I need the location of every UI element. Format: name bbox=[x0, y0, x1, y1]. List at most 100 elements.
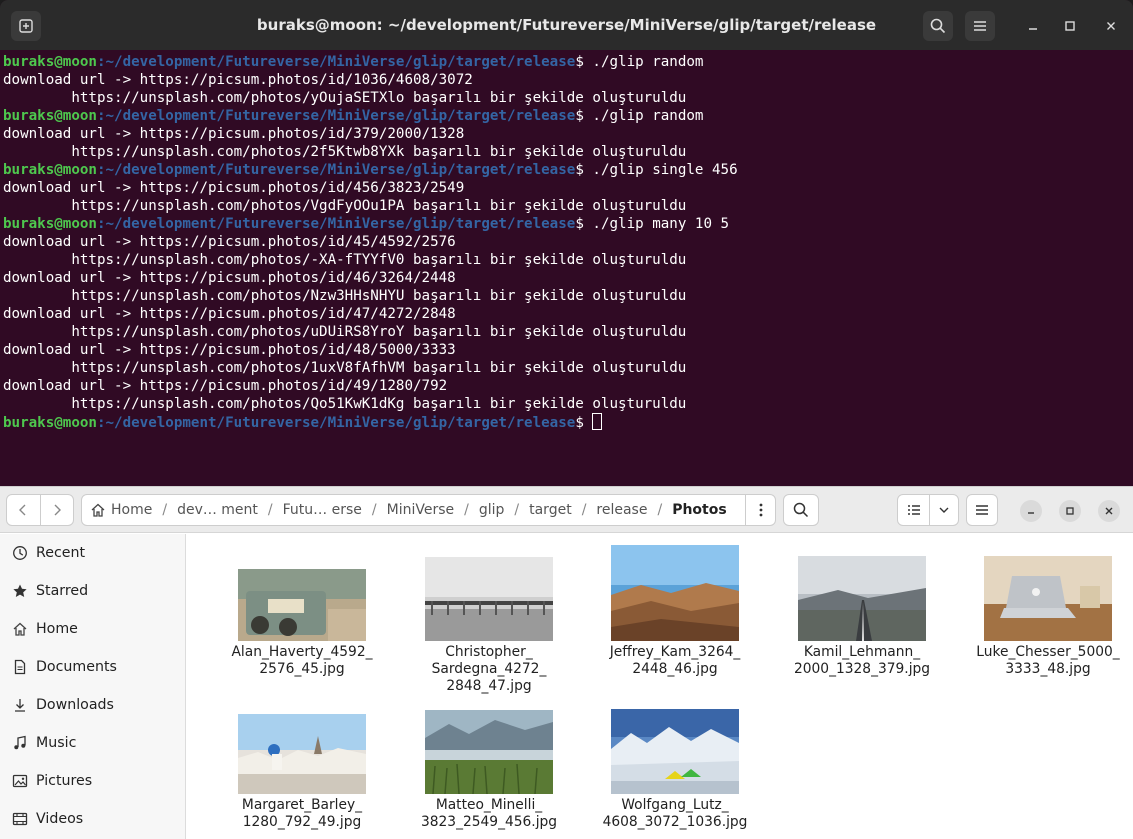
sidebar-item-music[interactable]: Music bbox=[0, 724, 185, 762]
sidebar-item-label: Music bbox=[36, 735, 77, 751]
terminal-close-button[interactable] bbox=[1096, 11, 1126, 41]
chevron-right-icon bbox=[54, 504, 61, 516]
file-item[interactable]: Margaret_Barley_ 1280_792_49.jpg bbox=[222, 714, 382, 831]
terminal-output-line: https://unsplash.com/photos/2f5Ktwb8YXk … bbox=[3, 144, 687, 160]
path-crumb[interactable]: release bbox=[596, 502, 647, 518]
terminal-search-button[interactable] bbox=[923, 11, 953, 41]
back-button[interactable] bbox=[7, 495, 41, 525]
prompt-path: :~/development/Futureverse/MiniVerse/gli… bbox=[96, 162, 576, 178]
terminal-output-line: https://unsplash.com/photos/Qo51KwK1dKg … bbox=[3, 396, 687, 412]
files-maximize-button[interactable] bbox=[1059, 500, 1081, 522]
sidebar-item-label: Recent bbox=[36, 545, 86, 561]
sidebar-item-label: Pictures bbox=[36, 773, 93, 789]
path-crumb[interactable]: glip bbox=[479, 502, 505, 518]
terminal-minimize-button[interactable] bbox=[1018, 11, 1048, 41]
photo-thumbnail bbox=[611, 709, 739, 794]
sidebar-item-label: Downloads bbox=[36, 697, 114, 713]
file-item[interactable]: Matteo_Minelli_ 3823_2549_456.jpg bbox=[409, 710, 569, 831]
search-button[interactable] bbox=[783, 494, 819, 526]
hamburger-icon bbox=[976, 505, 988, 515]
file-name: Matteo_Minelli_ 3823_2549_456.jpg bbox=[420, 797, 558, 830]
files-menu-button[interactable] bbox=[966, 494, 998, 526]
text-cursor bbox=[592, 413, 603, 430]
prompt-path: :~/development/Futureverse/MiniVerse/gli… bbox=[96, 415, 576, 431]
prompt-symbol: $ bbox=[575, 108, 584, 124]
music-icon bbox=[12, 735, 28, 751]
terminal-output[interactable]: buraks@moon :~/development/Futureverse/Mi… bbox=[0, 50, 1133, 431]
prompt-symbol: $ bbox=[575, 162, 584, 178]
terminal-window: buraks@moon: ~/development/Futureverse/M… bbox=[0, 0, 1133, 486]
path-crumb[interactable]: Home bbox=[90, 502, 152, 518]
terminal-prompt-line: buraks@moon:~/development/Futureverse/Mi… bbox=[3, 53, 1133, 71]
file-item[interactable]: Kamil_Lehmann_ 2000_1328_379.jpg bbox=[782, 556, 942, 678]
path-crumb[interactable]: target bbox=[529, 502, 572, 518]
terminal-output-line: https://unsplash.com/photos/Nzw3HHsNHYU … bbox=[3, 288, 687, 304]
photo-thumbnail bbox=[238, 714, 366, 794]
sidebar-item-downloads[interactable]: Downloads bbox=[0, 686, 185, 724]
sidebar-item-home[interactable]: Home bbox=[0, 610, 185, 648]
path-crumb[interactable]: Photos bbox=[672, 502, 727, 518]
terminal-output-line: https://unsplash.com/photos/uDUiRS8YroY … bbox=[3, 324, 687, 340]
terminal-header: buraks@moon: ~/development/Futureverse/M… bbox=[0, 0, 1133, 50]
sidebar-item-pictures[interactable]: Pictures bbox=[0, 762, 185, 800]
sidebar-item-recent[interactable]: Recent bbox=[0, 534, 185, 572]
path-crumb[interactable]: dev… ment bbox=[177, 502, 258, 518]
photo-thumbnail bbox=[611, 545, 739, 641]
file-item[interactable]: Wolfgang_Lutz_ 4608_3072_1036.jpg bbox=[595, 709, 755, 831]
maximize-icon bbox=[1066, 507, 1074, 515]
files-minimize-button[interactable] bbox=[1020, 500, 1042, 522]
prompt-symbol: $ bbox=[575, 216, 584, 232]
path-crumb[interactable]: Futu… erse bbox=[283, 502, 362, 518]
terminal-menu-button[interactable] bbox=[965, 11, 995, 41]
file-manager-toolbar: Home / dev… ment / Futu… erse / MiniVerse / glip… bbox=[0, 487, 1133, 533]
path-separator: / bbox=[581, 502, 587, 518]
file-item[interactable]: Alan_Haverty_4592_ 2576_45.jpg bbox=[222, 569, 382, 678]
terminal-output-line: download url -> https://picsum.photos/id… bbox=[3, 342, 456, 358]
path-menu-button[interactable] bbox=[745, 495, 775, 525]
file-name: Alan_Haverty_4592_ 2576_45.jpg bbox=[231, 644, 373, 677]
prompt-user: buraks@moon bbox=[3, 108, 97, 124]
chevron-down-icon bbox=[939, 507, 949, 513]
home-icon bbox=[12, 621, 28, 637]
sidebar-item-videos[interactable]: Videos bbox=[0, 800, 185, 838]
file-name: Kamil_Lehmann_ 2000_1328_379.jpg bbox=[793, 644, 931, 677]
path-bar: Home / dev… ment / Futu… erse / MiniVerse / glip… bbox=[81, 494, 776, 526]
sidebar-item-starred[interactable]: Starred bbox=[0, 572, 185, 610]
new-tab-icon bbox=[19, 19, 33, 33]
terminal-output-line: download url -> https://picsum.photos/id… bbox=[3, 126, 465, 142]
photo-thumbnail bbox=[238, 569, 366, 641]
close-icon bbox=[1107, 22, 1115, 30]
navigation-buttons bbox=[6, 494, 74, 526]
minimize-icon bbox=[1029, 28, 1037, 30]
terminal-maximize-button[interactable] bbox=[1056, 11, 1084, 41]
view-options-button[interactable] bbox=[930, 495, 958, 525]
list-view-button[interactable] bbox=[898, 495, 930, 525]
path-crumb-label: Futu… erse bbox=[282, 502, 362, 518]
forward-button[interactable] bbox=[41, 495, 74, 525]
file-item[interactable]: Christopher_ Sardegna_4272_ 2848_47.jpg bbox=[409, 557, 569, 695]
hamburger-icon bbox=[974, 21, 986, 31]
document-icon bbox=[12, 659, 28, 675]
sidebar-item-label: Starred bbox=[36, 583, 89, 599]
file-item[interactable]: Jeffrey_Kam_3264_ 2448_46.jpg bbox=[595, 545, 755, 678]
new-tab-button[interactable] bbox=[11, 11, 41, 41]
command-text: ./glip many 10 5 bbox=[583, 216, 730, 232]
command-text: ./glip random bbox=[583, 108, 704, 124]
terminal-output-line: download url -> https://picsum.photos/id… bbox=[3, 378, 448, 394]
path-crumb-label: glip bbox=[478, 502, 505, 518]
terminal-output-line: https://unsplash.com/photos/yOujaSETXlo … bbox=[3, 90, 687, 106]
view-toggle-group bbox=[897, 494, 959, 526]
sidebar-item-documents[interactable]: Documents bbox=[0, 648, 185, 686]
prompt-symbol: $ bbox=[575, 54, 584, 70]
files-close-button[interactable] bbox=[1098, 500, 1120, 522]
command-text: ./glip single 456 bbox=[583, 162, 738, 178]
file-item[interactable]: Luke_Chesser_5000_ 3333_48.jpg bbox=[968, 556, 1128, 678]
command-text bbox=[584, 415, 593, 431]
file-manager-window: Home / dev… ment / Futu… erse / MiniVerse / glip… bbox=[0, 486, 1133, 839]
pictures-icon bbox=[12, 773, 28, 789]
file-name: Margaret_Barley_ 1280_792_49.jpg bbox=[241, 797, 363, 830]
search-icon bbox=[793, 502, 809, 518]
terminal-output-line: download url -> https://picsum.photos/id… bbox=[3, 234, 456, 250]
terminal-output-line: https://unsplash.com/photos/-XA-fTYYfV0 … bbox=[3, 252, 687, 268]
path-crumb[interactable]: MiniVerse bbox=[387, 502, 455, 518]
